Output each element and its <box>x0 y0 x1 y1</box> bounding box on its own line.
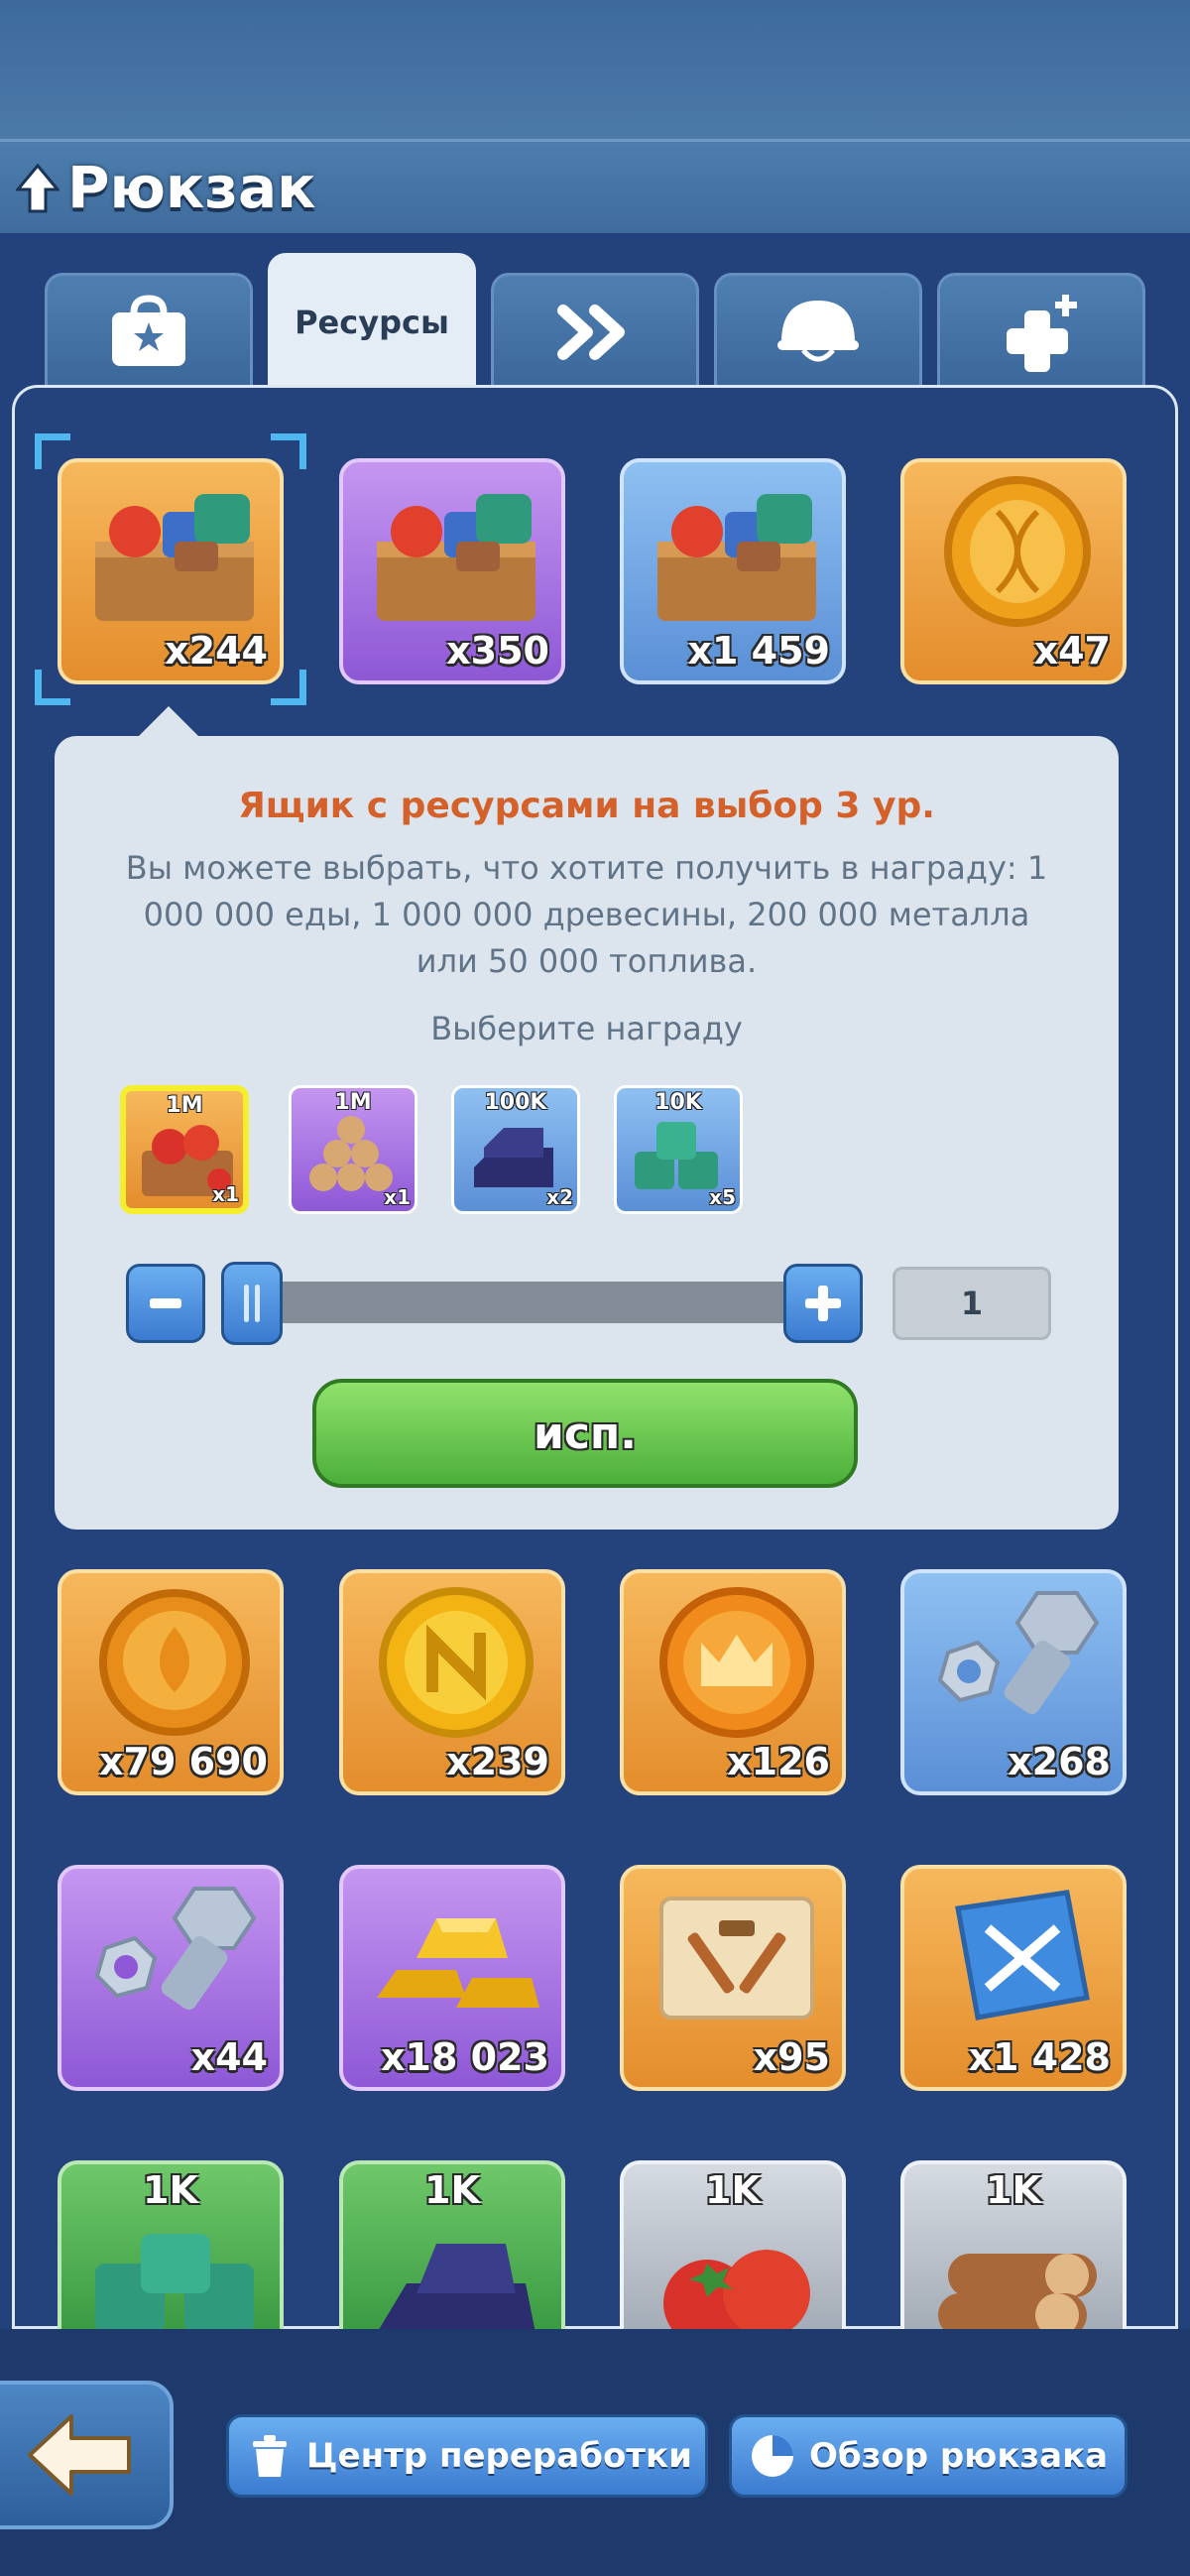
tab-resources-label: Ресурсы <box>295 304 449 341</box>
item-tile[interactable]: x350 <box>339 458 565 684</box>
fuel-canisters-icon <box>635 1122 718 1189</box>
reward-multiplier: x1 <box>212 1182 239 1206</box>
food-icon <box>663 2250 810 2329</box>
pie-chart-icon <box>752 2435 793 2477</box>
item-tile[interactable]: 1K <box>620 2160 846 2329</box>
resource-crate-icon <box>377 494 536 621</box>
quantity-field[interactable]: 1 <box>892 1267 1051 1340</box>
item-count: x47 <box>1033 629 1111 673</box>
item-count: x268 <box>1008 1740 1111 1783</box>
item-count: x1 428 <box>968 2035 1111 2079</box>
item-tile[interactable]: x95 <box>620 1865 846 2091</box>
reward-amount: 1M <box>334 1090 372 1115</box>
item-tile[interactable]: x18 023 <box>339 1865 565 2091</box>
item-count: x44 <box>190 2035 268 2079</box>
tab-equipment[interactable] <box>714 273 922 392</box>
dna-coin-icon <box>944 476 1091 627</box>
drop-coin-icon <box>99 1589 250 1736</box>
increase-button[interactable] <box>783 1264 863 1343</box>
popup-subtitle: Выберите награду <box>430 1010 743 1047</box>
item-amount: 1K <box>143 2168 198 2212</box>
backpack-overview-label: Обзор рюкзака <box>809 2436 1109 2476</box>
item-tile[interactable]: x1 428 <box>900 1865 1127 2091</box>
reward-multiplier: x1 <box>384 1185 411 1209</box>
backpack-overview-button[interactable]: Обзор рюкзака <box>729 2414 1128 2498</box>
reward-amount: 1M <box>166 1093 203 1118</box>
slider-handle[interactable] <box>221 1262 283 1345</box>
tree-icon <box>16 164 60 213</box>
metal-ingots-icon <box>379 2244 536 2329</box>
item-count: x350 <box>446 629 549 673</box>
reward-option-fuel[interactable]: 10K x5 <box>614 1085 743 1214</box>
item-amount: 1K <box>424 2168 480 2212</box>
reward-option-wood[interactable]: 1M x1 <box>289 1085 417 1214</box>
item-count: x18 023 <box>381 2035 549 2079</box>
item-amount: 1K <box>705 2168 761 2212</box>
wood-logs-icon <box>309 1116 393 1191</box>
plus-icon <box>805 1286 841 1321</box>
recycle-center-label: Центр переработки <box>306 2436 692 2476</box>
popup-pointer <box>137 706 200 738</box>
item-tile[interactable]: 1K <box>58 2160 284 2329</box>
item-tile[interactable]: x239 <box>339 1569 565 1795</box>
medical-plus-icon <box>1007 295 1077 372</box>
swords-book-icon <box>955 1890 1090 2021</box>
item-tile[interactable]: x268 <box>900 1569 1127 1795</box>
item-tile[interactable]: x44 <box>58 1865 284 2091</box>
reward-multiplier: x2 <box>546 1185 573 1209</box>
popup-description: Вы можете выбрать, что хотите получить в… <box>125 849 1048 980</box>
recycle-center-button[interactable]: Центр переработки <box>226 2414 708 2498</box>
reward-amount: 100K <box>484 1090 547 1115</box>
resource-crate-icon <box>95 494 254 621</box>
tab-resources[interactable]: Ресурсы <box>268 253 476 392</box>
bolt-nut-icon <box>94 1887 257 2011</box>
trash-icon <box>253 2435 287 2477</box>
item-tile[interactable]: 1K <box>339 2160 565 2329</box>
item-count: x95 <box>753 2035 830 2079</box>
item-tile[interactable]: x126 <box>620 1569 846 1795</box>
crown-coin-icon <box>659 1587 814 1738</box>
back-button[interactable] <box>0 2381 174 2529</box>
page-title: Рюкзак <box>67 154 316 221</box>
minus-icon <box>150 1298 181 1308</box>
decrease-button[interactable] <box>126 1264 205 1343</box>
item-tile[interactable]: 1K <box>900 2160 1127 2329</box>
item-amount: 1K <box>986 2168 1041 2212</box>
item-count: x239 <box>446 1740 549 1783</box>
double-chevron-icon <box>557 305 625 360</box>
use-button[interactable]: исп. <box>312 1379 858 1488</box>
header-bar: Рюкзак <box>0 139 1190 233</box>
blueprint-scroll-icon <box>659 1897 814 2020</box>
item-tile[interactable]: x79 690 <box>58 1569 284 1795</box>
item-count: x1 459 <box>687 629 830 673</box>
bag-star-icon <box>112 295 185 366</box>
item-count: x244 <box>165 629 268 673</box>
metal-ingots-icon <box>474 1128 553 1187</box>
item-count: x126 <box>727 1740 830 1783</box>
reward-amount: 10K <box>654 1090 702 1115</box>
resource-crate-icon <box>657 494 816 621</box>
gold-bars-icon <box>377 1918 539 2008</box>
fuel-canisters-icon <box>95 2234 254 2329</box>
reward-option-food[interactable]: 1M x1 <box>120 1085 249 1214</box>
reward-multiplier: x5 <box>709 1185 736 1209</box>
tab-healing[interactable] <box>937 273 1145 392</box>
item-tile[interactable]: x47 <box>900 458 1127 684</box>
popup-title: Ящик с ресурсами на выбор 3 ур. <box>238 786 935 826</box>
bolt-nut-icon <box>937 1591 1100 1715</box>
top-background <box>0 0 1190 139</box>
item-tile[interactable]: x1 459 <box>620 458 846 684</box>
item-detail-popup: Ящик с ресурсами на выбор 3 ур. Вы может… <box>55 736 1119 1530</box>
reward-option-metal[interactable]: 100K x2 <box>451 1085 580 1214</box>
tab-boosts[interactable] <box>491 273 699 392</box>
helmet-icon <box>777 301 859 362</box>
back-arrow-icon <box>28 2414 131 2496</box>
wood-logs-icon <box>938 2254 1097 2329</box>
quantity-slider[interactable] <box>243 1282 818 1323</box>
tab-bag[interactable] <box>45 273 253 392</box>
n-coin-icon <box>379 1587 534 1738</box>
item-tile[interactable]: x244 <box>58 458 284 684</box>
item-count: x79 690 <box>99 1740 268 1783</box>
